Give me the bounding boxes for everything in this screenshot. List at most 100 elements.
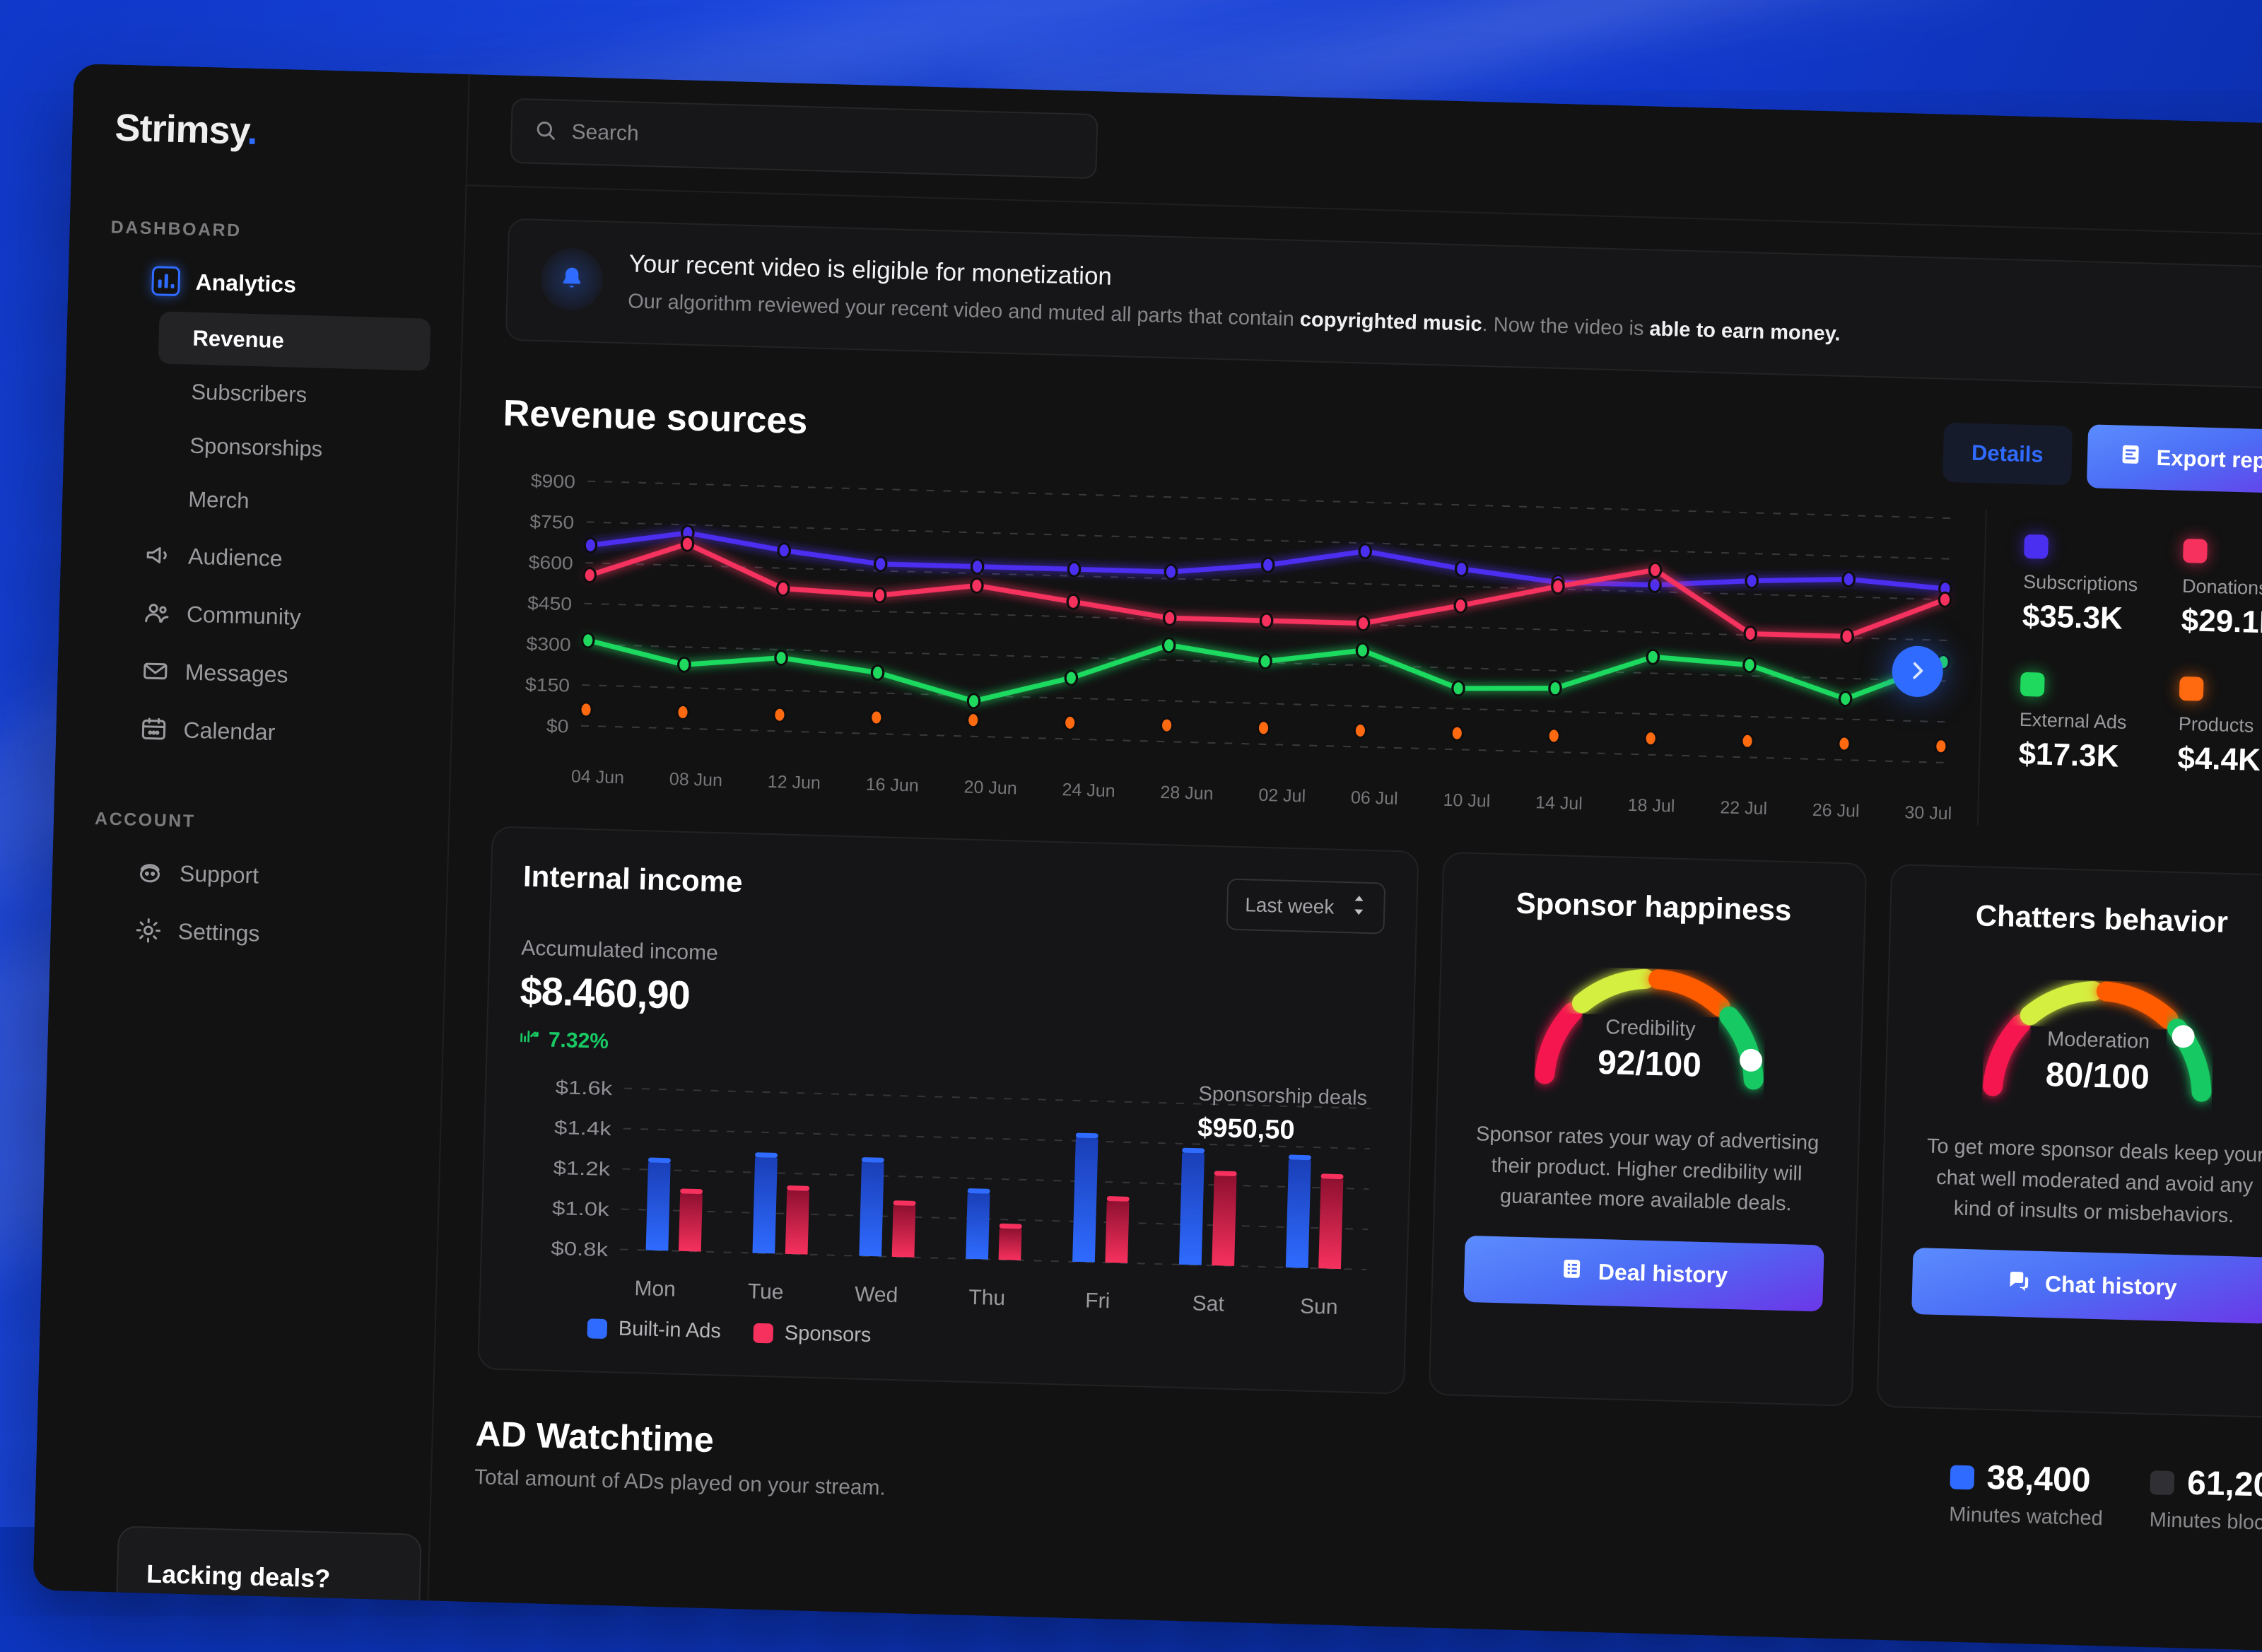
sponsorship-deals-label: Sponsorship deals — [1198, 1083, 1367, 1111]
sidebar-item-messages[interactable]: Messages — [125, 641, 422, 707]
deal-history-button[interactable]: Deal history — [1463, 1235, 1824, 1311]
sidebar-item-community[interactable]: Community — [127, 583, 423, 649]
bar-legend: Built-in Ads Sponsors — [510, 1315, 1373, 1361]
card-title: Sponsor happiness — [1474, 885, 1834, 929]
income-delta: 7.32% — [518, 1026, 1381, 1077]
range-select[interactable]: Last week — [1226, 879, 1385, 935]
megaphone-icon — [144, 541, 173, 570]
legend-value: $17.3K — [2018, 737, 2160, 775]
sidebar-item-label: Support — [180, 860, 259, 889]
legend-item-external-ads: External Ads $17.3K — [2018, 672, 2162, 775]
sponsorship-deals-value: $950,50 — [1197, 1113, 1367, 1148]
legend-value: $29.1K — [2181, 603, 2262, 642]
sidebar-item-label: Calendar — [183, 717, 276, 745]
legend-item-donations: Donations $29.1K — [2181, 539, 2262, 642]
sidebar-item-label: Revenue — [192, 326, 284, 353]
x-tick: 12 Jun — [767, 772, 821, 794]
income-delta-value: 7.32% — [548, 1029, 609, 1054]
export-report-button[interactable]: Export report — [2086, 424, 2262, 494]
chevron-updown-icon — [1351, 894, 1367, 921]
x-tick: 28 Jun — [1160, 783, 1214, 804]
brand-logo[interactable]: Strimsy. — [72, 105, 467, 159]
svg-text:$0.8k: $0.8k — [551, 1238, 609, 1261]
x-tick: 18 Jul — [1627, 795, 1675, 817]
sidebar-item-label: Sponsorships — [189, 433, 323, 462]
sidebar-item-subscribers[interactable]: Subscribers — [157, 365, 430, 424]
legend-item-subscriptions: Subscriptions $35.3K — [2022, 534, 2165, 638]
bar-x-tick: Tue — [710, 1279, 821, 1306]
sidebar-item-support[interactable]: Support — [119, 843, 416, 908]
sidebar-item-revenue[interactable]: Revenue — [158, 311, 431, 370]
details-button[interactable]: Details — [1942, 423, 2073, 486]
cards-row: Internal income Last week Accumulated in… — [477, 826, 2262, 1419]
x-tick: 04 Jun — [571, 767, 625, 789]
bar-x-tick: Mon — [599, 1276, 710, 1303]
search-icon — [533, 117, 558, 146]
svg-text:$1.2k: $1.2k — [553, 1158, 611, 1181]
revenue-actions: Details Export report — [1942, 421, 2262, 495]
ad-watchtime-title: AD Watchtime — [475, 1413, 887, 1465]
sidebar-item-label: Community — [186, 601, 301, 630]
page-title: Revenue sources — [503, 392, 808, 443]
credibility-gauge: Credibility 92/100 — [1500, 938, 1801, 1112]
gauge-metric-value: 80/100 — [1949, 1053, 2246, 1099]
bar-chart-icon — [151, 266, 180, 295]
stat-value: 61,200 — [2186, 1464, 2262, 1506]
bar-x-tick: Wed — [821, 1282, 932, 1308]
deal-history-label: Deal history — [1598, 1259, 1728, 1289]
envelope-icon — [141, 657, 170, 686]
trend-up-icon — [518, 1026, 540, 1054]
sidebar-group-dashboard: DASHBOARD — [110, 217, 464, 247]
chatters-behavior-card: Chatters behavior Moderation 80/100 To g… — [1877, 864, 2262, 1419]
sidebar-item-label: Audience — [188, 543, 283, 572]
calendar-icon — [139, 715, 168, 744]
document-icon — [2118, 443, 2143, 473]
sidebar-item-analytics[interactable]: Analytics — [136, 252, 433, 317]
sidebar-item-merch[interactable]: Merch — [153, 472, 426, 532]
svg-text:$450: $450 — [527, 592, 573, 614]
card-description: To get more sponsor deals keep your chat… — [1914, 1131, 2262, 1233]
x-tick: 02 Jul — [1258, 785, 1306, 807]
bar-legend-sponsors: Sponsors — [753, 1321, 871, 1347]
gauge-readout: Credibility 92/100 — [1501, 1013, 1799, 1087]
revenue-legend: Subscriptions $35.3K Donations $29.1K Ex… — [1977, 510, 2262, 835]
ad-watchtime-stats: 38,400 Minutes watched 61,200 Minutes bl… — [1949, 1453, 2262, 1536]
search-input[interactable]: Search — [510, 98, 1098, 179]
chat-history-label: Chat history — [2044, 1271, 2177, 1301]
svg-text:$900: $900 — [530, 470, 575, 492]
content: Your recent video is eligible for moneti… — [432, 186, 2262, 1540]
card-description: Sponsor rates your way of advertising th… — [1466, 1119, 1827, 1221]
sidebar-item-settings[interactable]: Settings — [118, 901, 415, 966]
legend-label: Products — [2178, 713, 2262, 739]
chat-history-button[interactable]: Chat history — [1911, 1248, 2262, 1324]
range-select-value: Last week — [1245, 894, 1335, 918]
sponsor-happiness-card: Sponsor happiness Credibility 92/100 Spo… — [1429, 852, 1868, 1407]
app-window: Strimsy. DASHBOARD Analytics Revenue Sub… — [33, 64, 2262, 1652]
legend-label: Subscriptions — [2023, 571, 2164, 597]
bar-x-tick: Sun — [1263, 1294, 1374, 1320]
bell-icon — [540, 247, 604, 311]
stat-value: 38,400 — [1986, 1458, 2091, 1500]
sidebar-item-label: Analytics — [195, 269, 296, 298]
list-icon — [1559, 1256, 1584, 1287]
promo-card[interactable]: Lacking deals? — [115, 1525, 421, 1629]
sidebar-item-audience[interactable]: Audience — [128, 525, 425, 591]
x-tick: 24 Jun — [1062, 780, 1115, 802]
support-face-icon — [136, 858, 165, 887]
promo-title: Lacking deals? — [146, 1559, 392, 1595]
legend-value: $35.3K — [2022, 599, 2163, 638]
svg-text:$300: $300 — [526, 633, 571, 655]
x-tick: 30 Jul — [1904, 803, 1952, 825]
legend-swatch — [587, 1318, 607, 1339]
legend-swatch — [2150, 1470, 2175, 1495]
brand-name: Strimsy — [115, 107, 248, 153]
internal-income-card: Internal income Last week Accumulated in… — [477, 826, 1419, 1395]
sidebar-item-sponsorships[interactable]: Sponsorships — [155, 418, 428, 478]
svg-text:$750: $750 — [529, 511, 575, 533]
legend-label: Built-in Ads — [618, 1318, 721, 1344]
svg-text:$1.6k: $1.6k — [555, 1077, 613, 1100]
legend-swatch — [1950, 1465, 1974, 1489]
svg-text:$0: $0 — [546, 715, 569, 737]
sidebar-item-calendar[interactable]: Calendar — [123, 699, 420, 765]
legend-label: Sponsors — [784, 1322, 871, 1347]
